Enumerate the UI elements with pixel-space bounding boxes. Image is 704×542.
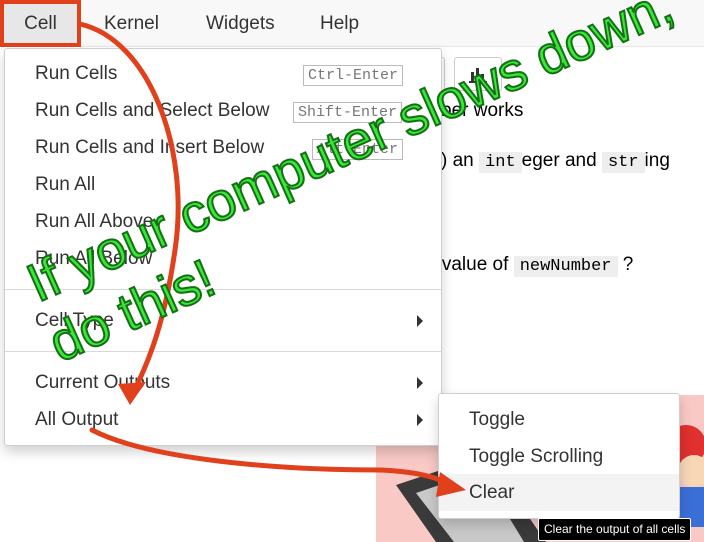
arrowhead (436, 472, 466, 497)
arrowhead (118, 382, 146, 405)
arrow-to-clear (89, 427, 455, 489)
cell-highlight-box (0, 0, 81, 47)
